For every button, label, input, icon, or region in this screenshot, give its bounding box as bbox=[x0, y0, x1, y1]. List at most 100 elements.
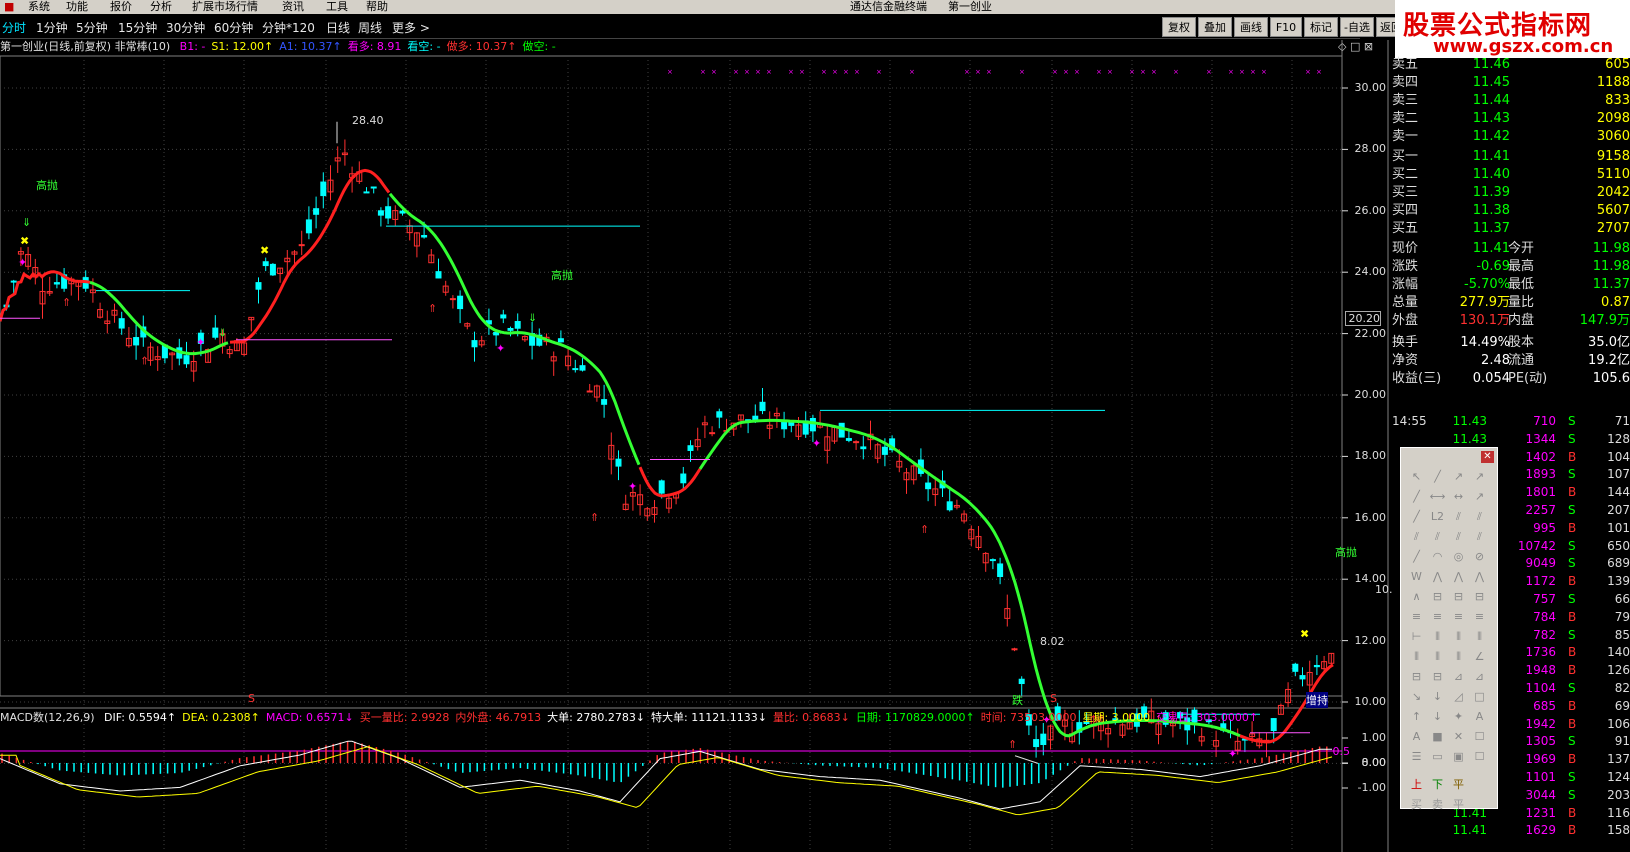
tick-volume: 9049 bbox=[1525, 556, 1556, 571]
draw-tool-icon[interactable]: ↘ bbox=[1407, 688, 1426, 705]
draw-tool-icon[interactable]: ⊿ bbox=[1449, 668, 1468, 685]
orderbook-row[interactable]: 卖二 11.43 2098 bbox=[1392, 110, 1630, 128]
draw-tool-icon[interactable]: ⊿ bbox=[1470, 668, 1489, 685]
orderbook-row[interactable]: 卖一 11.42 3060 bbox=[1392, 128, 1630, 146]
draw-tool-icon[interactable]: ╱ bbox=[1407, 488, 1426, 505]
tick-volume: 782 bbox=[1533, 627, 1556, 642]
draw-tool-icon[interactable]: ↗ bbox=[1470, 468, 1489, 485]
orderbook-row[interactable]: 买五 11.37 2707 bbox=[1392, 220, 1630, 238]
trade-tool-label[interactable]: 上 bbox=[1407, 776, 1426, 793]
orderbook-row[interactable]: 卖四 11.45 1188 bbox=[1392, 74, 1630, 92]
draw-tool-icon[interactable]: ⦀ bbox=[1428, 628, 1447, 645]
draw-tool-icon[interactable]: ∧ bbox=[1407, 588, 1426, 605]
draw-tool-icon[interactable]: ↑ bbox=[1407, 708, 1426, 725]
draw-tool-icon[interactable]: A bbox=[1470, 708, 1489, 725]
draw-tool-icon[interactable]: ☐ bbox=[1470, 748, 1489, 765]
draw-tool-icon[interactable]: ◎ bbox=[1449, 548, 1468, 565]
draw-tool-icon[interactable]: ⫽ bbox=[1428, 528, 1447, 545]
draw-tool-icon[interactable]: ≡ bbox=[1470, 608, 1489, 625]
draw-tool-icon[interactable]: W bbox=[1407, 568, 1426, 585]
draw-tool-icon[interactable]: ⫽ bbox=[1449, 528, 1468, 545]
trade-tool-label[interactable]: 卖 bbox=[1428, 796, 1447, 813]
draw-tool-icon[interactable]: ⫽ bbox=[1407, 528, 1426, 545]
draw-tool-icon[interactable]: ▭ bbox=[1428, 748, 1447, 765]
draw-tool-icon[interactable]: ⊟ bbox=[1470, 588, 1489, 605]
draw-tool-icon[interactable]: ∠ bbox=[1470, 648, 1489, 665]
draw-tool-icon[interactable]: ⋀ bbox=[1428, 568, 1447, 585]
draw-tool-icon[interactable]: ↓ bbox=[1428, 688, 1447, 705]
trade-tool-label[interactable]: 买 bbox=[1407, 796, 1426, 813]
draw-tool-icon[interactable]: ╱ bbox=[1407, 508, 1426, 525]
draw-tool-icon[interactable]: ↖ bbox=[1407, 468, 1426, 485]
draw-tool-icon[interactable]: ■ bbox=[1428, 728, 1447, 745]
draw-tool-icon[interactable]: ⟷ bbox=[1428, 488, 1447, 505]
draw-tool-icon[interactable]: ◿ bbox=[1449, 688, 1468, 705]
draw-tool-icon[interactable]: ⊘ bbox=[1470, 548, 1489, 565]
trade-tool-label[interactable]: 平 bbox=[1449, 796, 1468, 813]
orderbook-row[interactable]: 卖三 11.44 833 bbox=[1392, 92, 1630, 110]
tick-side: S bbox=[1568, 503, 1576, 517]
orderbook-row[interactable]: 买三 11.39 2042 bbox=[1392, 184, 1630, 202]
trade-tool-label[interactable]: 平 bbox=[1449, 776, 1468, 793]
draw-tool-icon[interactable]: ▣ bbox=[1449, 748, 1468, 765]
draw-tool-icon[interactable]: ⊟ bbox=[1428, 668, 1447, 685]
candle-body bbox=[615, 458, 622, 467]
orderbook-row[interactable]: 买四 11.38 5607 bbox=[1392, 202, 1630, 220]
tick-volume: 1305 bbox=[1525, 734, 1556, 749]
draw-tool-icon[interactable]: ≡ bbox=[1407, 608, 1426, 625]
draw-tool-icon[interactable]: ↔ bbox=[1449, 488, 1468, 505]
macd-tick-label: 1.00 bbox=[1361, 731, 1387, 744]
draw-tool-icon[interactable]: ⦀ bbox=[1428, 648, 1447, 665]
low-pointer bbox=[1014, 755, 1039, 764]
signal-marker: ✦ bbox=[196, 336, 205, 349]
draw-tool-icon[interactable]: ✕ bbox=[1449, 728, 1468, 745]
draw-tool-icon[interactable]: ◠ bbox=[1428, 548, 1447, 565]
top-signal-cross: × bbox=[700, 68, 706, 76]
signal-marker: ⇑ bbox=[1008, 738, 1017, 751]
draw-tool-icon[interactable]: A bbox=[1407, 728, 1426, 745]
draw-tool-icon[interactable]: ↗ bbox=[1449, 468, 1468, 485]
draw-tool-icon[interactable]: ╱ bbox=[1407, 548, 1426, 565]
orderbook-volume: 833 bbox=[1605, 93, 1630, 108]
draw-tool-icon[interactable]: ⊟ bbox=[1449, 588, 1468, 605]
draw-tool-icon[interactable]: ⊢ bbox=[1407, 628, 1426, 645]
stat-row: 涨幅 -5.70% 最低 11.37 bbox=[1392, 276, 1630, 294]
top-signal-cross: × bbox=[1206, 68, 1212, 76]
draw-tool-icon[interactable]: ⦀ bbox=[1407, 648, 1426, 665]
draw-tool-icon[interactable]: ↗ bbox=[1470, 488, 1489, 505]
tick-volume: 1629 bbox=[1525, 823, 1556, 838]
candle-body bbox=[997, 563, 1004, 577]
draw-tool-icon[interactable]: □ bbox=[1470, 688, 1489, 705]
draw-tool-icon[interactable]: ⦀ bbox=[1449, 628, 1468, 645]
stat-value: 11.41 bbox=[1472, 241, 1510, 256]
draw-tool-icon[interactable]: ☰ bbox=[1407, 748, 1426, 765]
draw-tool-icon[interactable]: ⦀ bbox=[1449, 648, 1468, 665]
draw-tool-icon[interactable]: ≡ bbox=[1428, 608, 1447, 625]
draw-tool-icon[interactable]: ↓ bbox=[1428, 708, 1447, 725]
candle-body bbox=[435, 271, 442, 279]
orderbook-row[interactable]: 卖五 11.46 605 bbox=[1392, 56, 1630, 74]
draw-tool-icon[interactable]: ⫽ bbox=[1449, 508, 1468, 525]
orderbook-price: 11.38 bbox=[1472, 203, 1510, 218]
draw-tool-icon[interactable]: ⫽ bbox=[1470, 528, 1489, 545]
orderbook-row[interactable]: 买一 11.41 9158 bbox=[1392, 148, 1630, 166]
stat-row: 换手 14.49% 股本 35.0亿 bbox=[1392, 334, 1630, 352]
draw-tool-icon[interactable]: ⫽ bbox=[1470, 508, 1489, 525]
stat-label: 流通 bbox=[1508, 353, 1535, 368]
draw-tool-icon[interactable]: ⋀ bbox=[1449, 568, 1468, 585]
close-icon[interactable]: ✕ bbox=[1481, 451, 1494, 463]
tick-volume: 1948 bbox=[1525, 663, 1556, 678]
draw-tool-icon[interactable]: ⦀ bbox=[1470, 628, 1489, 645]
draw-tool-icon[interactable]: ⊟ bbox=[1407, 668, 1426, 685]
tick-side: B bbox=[1568, 449, 1577, 464]
orderbook-row[interactable]: 买二 11.40 5110 bbox=[1392, 166, 1630, 184]
draw-tool-icon[interactable]: ⋀ bbox=[1470, 568, 1489, 585]
draw-tool-icon[interactable]: ✦ bbox=[1449, 708, 1468, 725]
draw-tool-icon[interactable]: ╱ bbox=[1428, 468, 1447, 485]
stat-label: 股本 bbox=[1508, 335, 1535, 350]
draw-tool-icon[interactable]: ⊟ bbox=[1428, 588, 1447, 605]
draw-tool-icon[interactable]: ☐ bbox=[1470, 728, 1489, 745]
draw-tool-icon[interactable]: ≡ bbox=[1449, 608, 1468, 625]
trade-tool-label[interactable]: 下 bbox=[1428, 776, 1447, 793]
draw-tool-icon[interactable]: L2 bbox=[1428, 508, 1447, 525]
